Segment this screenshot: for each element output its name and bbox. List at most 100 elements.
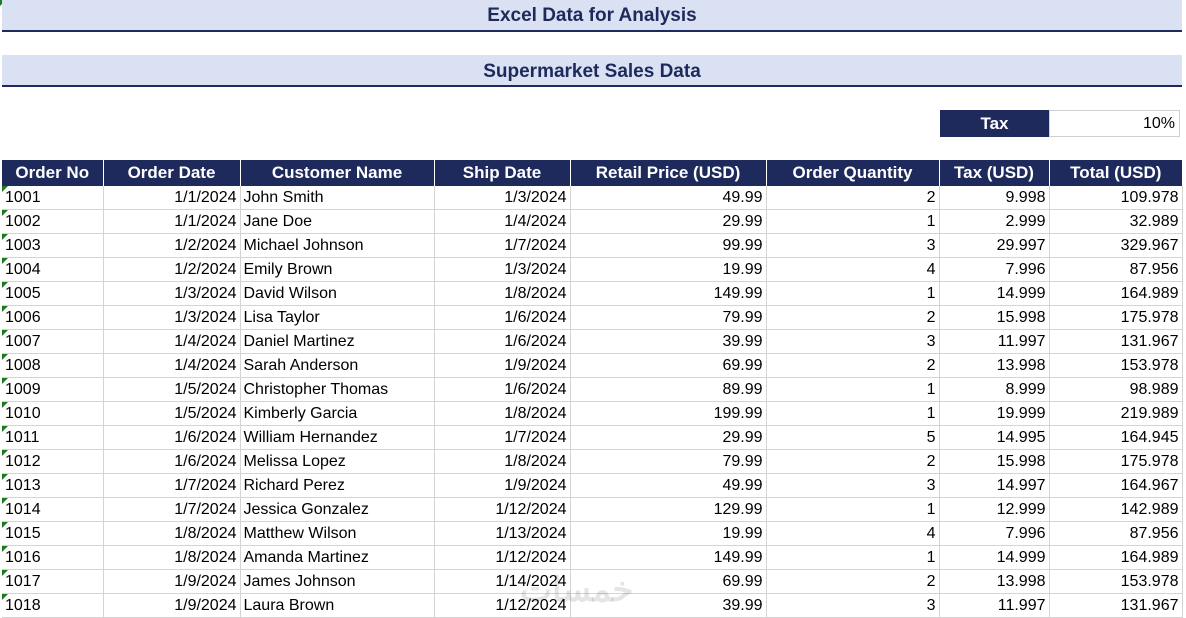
order-date-cell[interactable]: 1/5/2024 bbox=[103, 377, 241, 402]
table-row[interactable]: 1007 1/4/2024 Daniel Martinez 1/6/2024 39.99… bbox=[2, 329, 1183, 354]
tax-rate-cell[interactable]: 10% bbox=[1049, 110, 1180, 137]
order-quantity-cell[interactable]: 2 bbox=[766, 449, 940, 474]
tax-cell[interactable]: 14.997 bbox=[939, 473, 1050, 498]
column-header-total[interactable]: Total (USD) bbox=[1049, 160, 1182, 186]
ship-date-cell[interactable]: 1/14/2024 bbox=[434, 569, 571, 594]
ship-date-cell[interactable]: 1/12/2024 bbox=[434, 593, 571, 618]
order-quantity-cell[interactable]: 1 bbox=[766, 545, 940, 570]
order-date-cell[interactable]: 1/7/2024 bbox=[103, 497, 241, 522]
order-no-cell[interactable]: 1004 bbox=[2, 257, 104, 282]
order-quantity-cell[interactable]: 1 bbox=[766, 281, 940, 306]
order-date-cell[interactable]: 1/5/2024 bbox=[103, 401, 241, 426]
order-quantity-cell[interactable]: 2 bbox=[766, 569, 940, 594]
total-cell[interactable]: 109.978 bbox=[1049, 186, 1183, 210]
table-row[interactable]: 1015 1/8/2024 Matthew Wilson 1/13/2024 19.99… bbox=[2, 521, 1183, 546]
ship-date-cell[interactable]: 1/7/2024 bbox=[434, 425, 571, 450]
customer-name-cell[interactable]: Daniel Martinez bbox=[240, 329, 435, 354]
retail-price-cell[interactable]: 29.99 bbox=[570, 209, 767, 234]
order-no-cell[interactable]: 1017 bbox=[2, 569, 104, 594]
table-row[interactable]: 1006 1/3/2024 Lisa Taylor 1/6/2024 79.99 2 15.… bbox=[2, 305, 1183, 330]
ship-date-cell[interactable]: 1/13/2024 bbox=[434, 521, 571, 546]
order-date-cell[interactable]: 1/2/2024 bbox=[103, 257, 241, 282]
retail-price-cell[interactable]: 39.99 bbox=[570, 593, 767, 618]
ship-date-cell[interactable]: 1/6/2024 bbox=[434, 377, 571, 402]
order-no-cell[interactable]: 1018 bbox=[2, 593, 104, 618]
customer-name-cell[interactable]: Lisa Taylor bbox=[240, 305, 435, 330]
customer-name-cell[interactable]: Amanda Martinez bbox=[240, 545, 435, 570]
ship-date-cell[interactable]: 1/6/2024 bbox=[434, 329, 571, 354]
total-cell[interactable]: 219.989 bbox=[1049, 401, 1183, 426]
order-quantity-cell[interactable]: 2 bbox=[766, 305, 940, 330]
order-quantity-cell[interactable]: 3 bbox=[766, 593, 940, 618]
total-cell[interactable]: 164.967 bbox=[1049, 473, 1183, 498]
order-no-cell[interactable]: 1015 bbox=[2, 521, 104, 546]
retail-price-cell[interactable]: 29.99 bbox=[570, 425, 767, 450]
column-header-order-quantity[interactable]: Order Quantity bbox=[766, 160, 940, 186]
order-date-cell[interactable]: 1/9/2024 bbox=[103, 569, 241, 594]
tax-cell[interactable]: 13.998 bbox=[939, 353, 1050, 378]
total-cell[interactable]: 329.967 bbox=[1049, 233, 1183, 258]
total-cell[interactable]: 98.989 bbox=[1049, 377, 1183, 402]
customer-name-cell[interactable]: Jane Doe bbox=[240, 209, 435, 234]
order-no-cell[interactable]: 1005 bbox=[2, 281, 104, 306]
total-cell[interactable]: 87.956 bbox=[1049, 257, 1183, 282]
tax-cell[interactable]: 7.996 bbox=[939, 257, 1050, 282]
table-row[interactable]: 1009 1/5/2024 Christopher Thomas 1/6/2024 89… bbox=[2, 377, 1183, 402]
ship-date-cell[interactable]: 1/9/2024 bbox=[434, 473, 571, 498]
tax-cell[interactable]: 29.997 bbox=[939, 233, 1050, 258]
total-cell[interactable]: 164.989 bbox=[1049, 545, 1183, 570]
total-cell[interactable]: 175.978 bbox=[1049, 449, 1183, 474]
total-cell[interactable]: 164.989 bbox=[1049, 281, 1183, 306]
order-date-cell[interactable]: 1/6/2024 bbox=[103, 449, 241, 474]
order-quantity-cell[interactable]: 3 bbox=[766, 233, 940, 258]
tax-cell[interactable]: 2.999 bbox=[939, 209, 1050, 234]
retail-price-cell[interactable]: 19.99 bbox=[570, 521, 767, 546]
retail-price-cell[interactable]: 19.99 bbox=[570, 257, 767, 282]
tax-cell[interactable]: 14.995 bbox=[939, 425, 1050, 450]
tax-cell[interactable]: 11.997 bbox=[939, 593, 1050, 618]
table-row[interactable]: 1014 1/7/2024 Jessica Gonzalez 1/12/2024 129… bbox=[2, 497, 1183, 522]
table-row[interactable]: 1016 1/8/2024 Amanda Martinez 1/12/2024 149.… bbox=[2, 545, 1183, 570]
column-header-order-no[interactable]: Order No bbox=[2, 160, 104, 186]
order-quantity-cell[interactable]: 2 bbox=[766, 353, 940, 378]
order-no-cell[interactable]: 1002 bbox=[2, 209, 104, 234]
customer-name-cell[interactable]: Melissa Lopez bbox=[240, 449, 435, 474]
tax-cell[interactable]: 14.999 bbox=[939, 281, 1050, 306]
order-date-cell[interactable]: 1/1/2024 bbox=[103, 186, 241, 210]
order-date-cell[interactable]: 1/3/2024 bbox=[103, 281, 241, 306]
retail-price-cell[interactable]: 199.99 bbox=[570, 401, 767, 426]
ship-date-cell[interactable]: 1/8/2024 bbox=[434, 401, 571, 426]
tax-cell[interactable]: 12.999 bbox=[939, 497, 1050, 522]
table-row[interactable]: 1001 1/1/2024 John Smith 1/3/2024 49.99 2 9.99… bbox=[2, 186, 1183, 210]
table-row[interactable]: 1005 1/3/2024 David Wilson 1/8/2024 149.99 1 1… bbox=[2, 281, 1183, 306]
retail-price-cell[interactable]: 149.99 bbox=[570, 281, 767, 306]
customer-name-cell[interactable]: James Johnson bbox=[240, 569, 435, 594]
retail-price-cell[interactable]: 69.99 bbox=[570, 353, 767, 378]
order-quantity-cell[interactable]: 2 bbox=[766, 186, 940, 210]
order-quantity-cell[interactable]: 4 bbox=[766, 521, 940, 546]
order-no-cell[interactable]: 1011 bbox=[2, 425, 104, 450]
column-header-tax[interactable]: Tax (USD) bbox=[939, 160, 1050, 186]
retail-price-cell[interactable]: 79.99 bbox=[570, 449, 767, 474]
order-quantity-cell[interactable]: 3 bbox=[766, 473, 940, 498]
order-quantity-cell[interactable]: 1 bbox=[766, 209, 940, 234]
column-header-retail-price[interactable]: Retail Price (USD) bbox=[570, 160, 767, 186]
customer-name-cell[interactable]: Richard Perez bbox=[240, 473, 435, 498]
table-row[interactable]: 1011 1/6/2024 William Hernandez 1/7/2024 29.… bbox=[2, 425, 1183, 450]
tax-cell[interactable]: 14.999 bbox=[939, 545, 1050, 570]
order-date-cell[interactable]: 1/9/2024 bbox=[103, 593, 241, 618]
customer-name-cell[interactable]: Laura Brown bbox=[240, 593, 435, 618]
order-date-cell[interactable]: 1/3/2024 bbox=[103, 305, 241, 330]
order-no-cell[interactable]: 1006 bbox=[2, 305, 104, 330]
retail-price-cell[interactable]: 99.99 bbox=[570, 233, 767, 258]
total-cell[interactable]: 131.967 bbox=[1049, 329, 1183, 354]
column-header-ship-date[interactable]: Ship Date bbox=[434, 160, 571, 186]
total-cell[interactable]: 175.978 bbox=[1049, 305, 1183, 330]
order-no-cell[interactable]: 1016 bbox=[2, 545, 104, 570]
order-no-cell[interactable]: 1003 bbox=[2, 233, 104, 258]
retail-price-cell[interactable]: 79.99 bbox=[570, 305, 767, 330]
total-cell[interactable]: 131.967 bbox=[1049, 593, 1183, 618]
customer-name-cell[interactable]: John Smith bbox=[240, 186, 435, 210]
customer-name-cell[interactable]: Matthew Wilson bbox=[240, 521, 435, 546]
customer-name-cell[interactable]: Emily Brown bbox=[240, 257, 435, 282]
